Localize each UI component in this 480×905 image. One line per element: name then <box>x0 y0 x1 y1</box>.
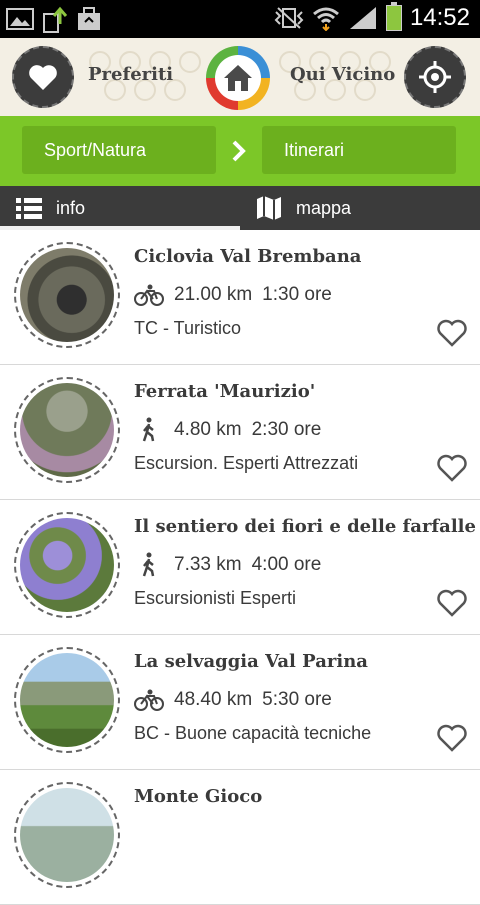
tab-info-label: info <box>56 197 86 218</box>
battery-icon <box>385 2 402 31</box>
item-difficulty: Escursion. Esperti Attrezzati <box>134 453 359 473</box>
breadcrumb-second-label: Itinerari <box>284 139 345 160</box>
home-button[interactable] <box>206 46 270 110</box>
item-title: Ciclovia Val Brembana <box>134 246 362 267</box>
hiker-icon <box>134 417 164 443</box>
item-title: La selvaggia Val Parina <box>134 651 368 672</box>
list-item[interactable]: Ciclovia Val Brembana 21.00 km 1:30 ore … <box>0 230 480 365</box>
heart-icon <box>29 65 57 90</box>
wifi-icon <box>312 7 339 31</box>
breadcrumb: Sport/Natura Itinerari <box>0 116 480 186</box>
nearby-label[interactable]: Qui Vicino <box>290 64 395 85</box>
hiker-icon <box>134 552 164 578</box>
breadcrumb-sport-natura[interactable]: Sport/Natura <box>22 126 216 174</box>
heart-outline-icon[interactable] <box>436 588 468 618</box>
list-item[interactable]: Ferrata 'Maurizio' 4.80 km 2:30 ore Escu… <box>0 365 480 500</box>
bike-icon <box>134 282 164 308</box>
item-meta: 48.40 km 5:30 ore <box>134 687 332 713</box>
app-header: Preferiti Qui Vicino <box>0 38 480 116</box>
tab-map[interactable]: mappa <box>256 186 351 230</box>
item-thumbnail <box>14 782 120 888</box>
favorites-label[interactable]: Preferiti <box>88 64 173 85</box>
item-meta: 7.33 km 4:00 ore <box>134 552 321 578</box>
item-distance: 4.80 km <box>174 419 242 440</box>
tab-info[interactable]: info <box>16 186 85 230</box>
item-thumbnail <box>14 242 120 348</box>
list-item[interactable]: Monte Gioco <box>0 770 480 905</box>
item-meta: 21.00 km 1:30 ore <box>134 282 332 308</box>
list-item[interactable]: La selvaggia Val Parina 48.40 km 5:30 or… <box>0 635 480 770</box>
list-item[interactable]: Il sentiero dei fiori e delle farfalle 7… <box>0 500 480 635</box>
item-difficulty: BC - Buone capacità tecniche <box>134 723 372 743</box>
favorites-button[interactable] <box>12 46 74 108</box>
clock: 14:52 <box>409 4 470 31</box>
item-thumbnail <box>14 512 120 618</box>
map-icon <box>257 196 281 220</box>
item-title: Il sentiero dei fiori e delle farfalle <box>134 516 476 537</box>
heart-outline-icon[interactable] <box>436 723 468 753</box>
gallery-icon <box>6 8 34 30</box>
itinerary-list: Ciclovia Val Brembana 21.00 km 1:30 ore … <box>0 230 480 905</box>
status-bar: 14:52 <box>0 0 480 38</box>
item-distance: 7.33 km <box>174 554 242 575</box>
tab-bar: info mappa <box>0 186 480 230</box>
item-duration: 5:30 ore <box>262 689 332 710</box>
item-duration: 1:30 ore <box>262 284 332 305</box>
item-thumbnail <box>14 377 120 483</box>
item-meta: 4.80 km 2:30 ore <box>134 417 321 443</box>
item-title: Monte Gioco <box>134 786 263 807</box>
heart-outline-icon[interactable] <box>436 453 468 483</box>
vibrate-icon <box>274 7 304 29</box>
heart-outline-icon[interactable] <box>436 318 468 348</box>
breadcrumb-first-label: Sport/Natura <box>44 139 147 160</box>
upload-icon <box>43 6 68 33</box>
home-icon <box>224 65 252 91</box>
location-target-icon <box>419 61 451 93</box>
nearby-button[interactable] <box>404 46 466 108</box>
item-duration: 4:00 ore <box>251 554 322 575</box>
tab-map-label: mappa <box>296 197 352 218</box>
item-difficulty: Escursionisti Esperti <box>134 588 297 608</box>
item-thumbnail <box>14 647 120 753</box>
bike-icon <box>134 687 164 713</box>
breadcrumb-itinerari[interactable]: Itinerari <box>262 126 456 174</box>
signal-icon <box>349 7 376 29</box>
list-icon <box>16 198 42 219</box>
briefcase-icon <box>78 7 100 30</box>
item-duration: 2:30 ore <box>251 419 322 440</box>
item-title: Ferrata 'Maurizio' <box>134 381 316 402</box>
notification-icons <box>6 6 102 34</box>
item-distance: 48.40 km <box>174 689 253 710</box>
item-distance: 21.00 km <box>174 284 253 305</box>
item-difficulty: TC - Turistico <box>134 318 242 338</box>
chevron-right-icon <box>232 140 246 162</box>
